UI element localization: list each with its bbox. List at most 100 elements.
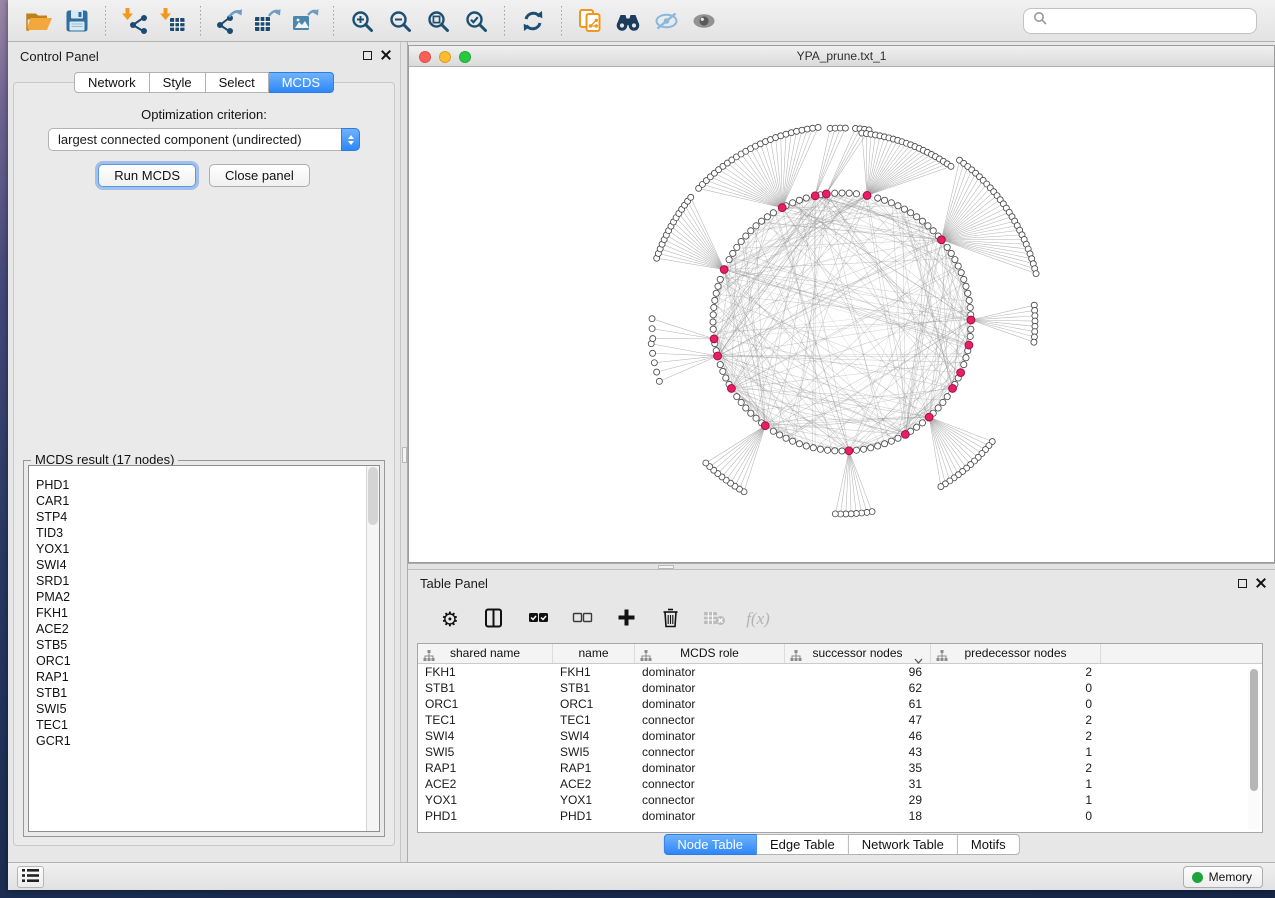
- maximize-window-icon[interactable]: [459, 51, 471, 63]
- clone-network-button[interactable]: [571, 5, 609, 37]
- table-row[interactable]: STB1STB1dominator620: [418, 680, 1262, 696]
- zoom-in-button[interactable]: [343, 5, 381, 37]
- scrollbar-thumb[interactable]: [1250, 669, 1258, 791]
- tab-network[interactable]: Network: [74, 72, 150, 93]
- tab-mcds[interactable]: MCDS: [269, 72, 334, 93]
- table-row[interactable]: YOX1YOX1connector291: [418, 792, 1262, 808]
- toggle-panel-layout-button[interactable]: [472, 602, 516, 636]
- tab-style[interactable]: Style: [150, 72, 206, 93]
- close-window-icon[interactable]: [419, 51, 431, 63]
- refresh-view-button[interactable]: [514, 5, 552, 37]
- mcds-node-item[interactable]: TEC1: [36, 717, 379, 733]
- search-box[interactable]: [1023, 8, 1257, 34]
- import-network-button[interactable]: [115, 5, 153, 37]
- export-network-button[interactable]: [210, 5, 248, 37]
- open-file-button[interactable]: [20, 5, 58, 37]
- node-table-header: shared namenameMCDS rolesuccessor nodesp…: [418, 644, 1262, 664]
- tab-motifs[interactable]: Motifs: [958, 834, 1020, 855]
- network-canvas[interactable]: [409, 67, 1274, 562]
- export-network-icon: [215, 8, 243, 34]
- table-settings-button[interactable]: ⚙: [428, 602, 472, 636]
- import-table-button[interactable]: [153, 5, 191, 37]
- search-input[interactable]: [1053, 13, 1247, 28]
- mcds-node-item[interactable]: STB1: [36, 685, 379, 701]
- delete-table-button-disabled[interactable]: [692, 602, 736, 636]
- criterion-dropdown[interactable]: largest connected component (undirected): [48, 128, 360, 151]
- zoom-fit-icon: [426, 9, 450, 33]
- column-header-predecessor-nodes[interactable]: predecessor nodes: [931, 644, 1101, 663]
- tab-select[interactable]: Select: [206, 72, 269, 93]
- save-session-button[interactable]: [58, 5, 96, 37]
- column-header-shared-name[interactable]: shared name: [418, 644, 553, 663]
- close-panel-icon[interactable]: [1256, 578, 1266, 588]
- run-mcds-button[interactable]: Run MCDS: [98, 164, 196, 187]
- task-history-button[interactable]: [17, 866, 44, 888]
- vertical-splitter[interactable]: [400, 42, 408, 862]
- memory-status-dot: [1192, 872, 1203, 883]
- mcds-node-item[interactable]: ACE2: [36, 621, 379, 637]
- table-scrollbar[interactable]: [1248, 667, 1260, 829]
- mcds-node-item[interactable]: TID3: [36, 525, 379, 541]
- close-panel-button[interactable]: Close panel: [209, 164, 310, 187]
- zoom-selected-button[interactable]: [457, 5, 495, 37]
- gear-icon: ⚙: [441, 609, 459, 629]
- tab-network-table[interactable]: Network Table: [849, 834, 958, 855]
- table-row[interactable]: TEC1TEC1connector472: [418, 712, 1262, 728]
- mcds-node-item[interactable]: PHD1: [36, 477, 379, 493]
- mcds-node-item[interactable]: RAP1: [36, 669, 379, 685]
- splitter-handle[interactable]: [658, 565, 674, 569]
- hide-selected-button[interactable]: [647, 5, 685, 37]
- mcds-node-item[interactable]: CAR1: [36, 493, 379, 509]
- mcds-node-item[interactable]: ORC1: [36, 653, 379, 669]
- float-panel-icon[interactable]: [1238, 579, 1247, 588]
- close-panel-icon[interactable]: [381, 50, 391, 60]
- column-header-successor-nodes[interactable]: successor nodes: [785, 644, 931, 663]
- export-image-button[interactable]: [286, 5, 324, 37]
- splitter-handle[interactable]: [402, 447, 407, 463]
- table-tabs: Node TableEdge TableNetwork TableMotifs: [663, 834, 1019, 855]
- mcds-node-item[interactable]: STP4: [36, 509, 379, 525]
- horizontal-splitter[interactable]: [408, 563, 1275, 570]
- tab-edge-table[interactable]: Edge Table: [757, 834, 849, 855]
- table-row[interactable]: FKH1FKH1dominator962: [418, 664, 1262, 680]
- table-row[interactable]: ORC1ORC1dominator610: [418, 696, 1262, 712]
- mcds-node-item[interactable]: GCR1: [36, 733, 379, 749]
- function-icon: f(x): [746, 609, 770, 629]
- deselect-all-rows-button[interactable]: [560, 602, 604, 636]
- zoom-out-icon: [388, 9, 412, 33]
- mcds-node-item[interactable]: SWI5: [36, 701, 379, 717]
- first-neighbors-button[interactable]: [609, 5, 647, 37]
- memory-button[interactable]: Memory: [1183, 866, 1263, 888]
- export-table-button[interactable]: [248, 5, 286, 37]
- mcds-node-item[interactable]: STB5: [36, 637, 379, 653]
- minimize-window-icon[interactable]: [439, 51, 451, 63]
- table-row[interactable]: SWI4SWI4dominator462: [418, 728, 1262, 744]
- mcds-node-item[interactable]: SRD1: [36, 573, 379, 589]
- function-builder-button-disabled[interactable]: f(x): [736, 602, 780, 636]
- attribute-icon: [423, 648, 435, 667]
- column-header-name[interactable]: name: [553, 644, 635, 663]
- toolbar-separator: [200, 6, 201, 36]
- select-all-rows-button[interactable]: [516, 602, 560, 636]
- delete-columns-button[interactable]: [648, 602, 692, 636]
- zoom-out-button[interactable]: [381, 5, 419, 37]
- network-window-titlebar[interactable]: YPA_prune.txt_1: [409, 46, 1274, 67]
- mcds-node-item[interactable]: SWI4: [36, 557, 379, 573]
- table-panel: Table Panel ⚙ f(x) shared namenameMCDS r…: [408, 570, 1275, 862]
- show-all-button[interactable]: [685, 5, 723, 37]
- result-list-scrollbar[interactable]: [366, 466, 379, 831]
- tab-node-table[interactable]: Node Table: [663, 834, 757, 855]
- table-row[interactable]: RAP1RAP1dominator352: [418, 760, 1262, 776]
- table-row[interactable]: ACE2ACE2connector311: [418, 776, 1262, 792]
- create-column-button[interactable]: [604, 602, 648, 636]
- table-row[interactable]: PHD1PHD1dominator180: [418, 808, 1262, 824]
- unchecked-boxes-icon: [572, 608, 593, 631]
- mcds-node-item[interactable]: PMA2: [36, 589, 379, 605]
- mcds-node-item[interactable]: YOX1: [36, 541, 379, 557]
- zoom-fit-button[interactable]: [419, 5, 457, 37]
- table-row[interactable]: SWI5SWI5connector431: [418, 744, 1262, 760]
- network-window-title: YPA_prune.txt_1: [409, 46, 1274, 66]
- float-panel-icon[interactable]: [363, 51, 372, 60]
- column-header-mcds-role[interactable]: MCDS role: [635, 644, 785, 663]
- mcds-node-item[interactable]: FKH1: [36, 605, 379, 621]
